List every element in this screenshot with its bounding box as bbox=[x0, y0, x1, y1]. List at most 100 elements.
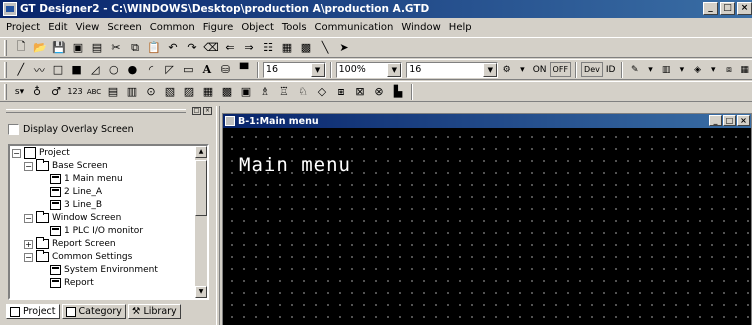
grid-view-icon[interactable]: ▦ bbox=[737, 61, 752, 78]
collapse-icon[interactable]: − bbox=[24, 161, 33, 171]
chevron-down-icon[interactable]: ▼ bbox=[483, 62, 498, 77]
filled-circle-icon[interactable]: ● bbox=[124, 61, 142, 78]
line-icon[interactable]: ╱ bbox=[12, 61, 30, 78]
data-list-icon[interactable]: ▤ bbox=[104, 83, 122, 100]
line-color-icon[interactable]: ✎ bbox=[627, 61, 642, 78]
overlay-icon[interactable]: ⧈ bbox=[722, 61, 737, 78]
toolbar-grip[interactable] bbox=[4, 61, 7, 78]
panel-splitter[interactable] bbox=[216, 106, 220, 325]
parts-move-icon[interactable]: ▨ bbox=[180, 83, 198, 100]
tab-category[interactable]: Category bbox=[61, 304, 126, 319]
on-label[interactable]: ON bbox=[531, 65, 549, 75]
undo-icon[interactable]: ↶ bbox=[164, 39, 182, 56]
menu-edit[interactable]: Edit bbox=[44, 22, 71, 33]
editor-maximize-button[interactable]: □ bbox=[723, 115, 736, 126]
tree-node-line-b[interactable]: 3 Line_B bbox=[50, 199, 102, 211]
select-pointer-icon[interactable]: ➤ bbox=[335, 39, 353, 56]
library-icon[interactable]: ▩ bbox=[297, 39, 315, 56]
editor-title-bar[interactable]: B-1:Main menu _ □ × bbox=[223, 114, 751, 128]
alarm-list-icon[interactable]: ♖ bbox=[275, 83, 293, 100]
tree-node-window-screen[interactable]: − Window Screen bbox=[24, 211, 121, 224]
paint-icon[interactable]: ⛁ bbox=[217, 61, 235, 78]
panel-close-icon[interactable]: × bbox=[203, 107, 212, 115]
toolbar-grip[interactable] bbox=[4, 39, 7, 56]
tree-node-line-a[interactable]: 2 Line_A bbox=[50, 186, 102, 198]
trend-graph-icon[interactable]: ▣ bbox=[237, 83, 255, 100]
fill-color-icon[interactable]: ◈ bbox=[690, 61, 705, 78]
ascii-display-icon[interactable]: ABC bbox=[85, 83, 103, 100]
dropdown-arrow-icon[interactable]: ▾ bbox=[675, 61, 690, 78]
polyline-icon[interactable]: 〰 bbox=[31, 61, 49, 78]
display-mode-icon[interactable]: ⚙ bbox=[499, 61, 514, 78]
line-tool-icon[interactable]: ╲ bbox=[316, 39, 334, 56]
tab-project[interactable]: Project bbox=[6, 304, 60, 319]
scroll-thumb[interactable] bbox=[195, 160, 207, 216]
chevron-down-icon[interactable]: ▼ bbox=[310, 62, 325, 77]
lamp-bit-icon[interactable]: ♂ bbox=[47, 83, 65, 100]
panel-grip[interactable] bbox=[6, 109, 186, 113]
tree-node-plc-io-monitor[interactable]: 1 PLC I/O monitor bbox=[50, 225, 143, 237]
tree-node-project[interactable]: − Project bbox=[12, 147, 70, 159]
screen-list-icon[interactable]: ☷ bbox=[259, 39, 277, 56]
previous-screen-icon[interactable]: ⇐ bbox=[221, 39, 239, 56]
clock-icon[interactable]: ⊙ bbox=[142, 83, 160, 100]
expand-icon[interactable]: + bbox=[24, 239, 33, 249]
scale-icon[interactable]: ▭ bbox=[179, 61, 197, 78]
lamp-object-icon[interactable]: ♁ bbox=[28, 83, 46, 100]
chevron-down-icon[interactable]: ▼ bbox=[387, 62, 402, 77]
menu-screen[interactable]: Screen bbox=[103, 22, 145, 33]
off-button[interactable]: OFF bbox=[549, 62, 572, 77]
parts-display-icon[interactable]: ▧ bbox=[161, 83, 179, 100]
zoom-combo[interactable]: 100% ▼ bbox=[335, 61, 403, 78]
menu-object[interactable]: Object bbox=[237, 22, 278, 33]
collapse-icon[interactable]: − bbox=[12, 148, 21, 158]
tree-node-base-screen[interactable]: − Base Screen bbox=[24, 159, 108, 172]
menu-view[interactable]: View bbox=[72, 22, 104, 33]
properties-icon[interactable]: ▦ bbox=[278, 39, 296, 56]
cut-icon[interactable]: ✂ bbox=[107, 39, 125, 56]
statistics-icon[interactable]: ▙ bbox=[389, 83, 407, 100]
menu-help[interactable]: Help bbox=[445, 22, 476, 33]
close-button[interactable]: × bbox=[737, 2, 752, 15]
menu-communication[interactable]: Communication bbox=[311, 22, 398, 33]
user-alarm-icon[interactable]: ♘ bbox=[294, 83, 312, 100]
collapse-icon[interactable]: − bbox=[24, 252, 33, 262]
sector-icon[interactable]: ◸ bbox=[161, 61, 179, 78]
save-all-icon[interactable]: ▣ bbox=[69, 39, 87, 56]
menu-figure[interactable]: Figure bbox=[199, 22, 238, 33]
tree-node-report[interactable]: Report bbox=[50, 277, 94, 289]
editor-minimize-button[interactable]: _ bbox=[709, 115, 722, 126]
font-size-combo[interactable]: 16 ▼ bbox=[262, 61, 326, 78]
bar-graph-icon[interactable]: ▩ bbox=[218, 83, 236, 100]
tree-node-report-screen[interactable]: + Report Screen bbox=[24, 237, 116, 250]
editor-close-button[interactable]: × bbox=[737, 115, 750, 126]
comment-icon[interactable]: ▥ bbox=[123, 83, 141, 100]
tab-library[interactable]: ⚒ Library bbox=[127, 304, 181, 319]
switch-object-icon[interactable]: s▾ bbox=[12, 83, 27, 100]
copy-icon[interactable]: ⧉ bbox=[126, 39, 144, 56]
tree-node-main-menu[interactable]: 1 Main menu bbox=[50, 173, 123, 185]
tree-node-system-environment[interactable]: System Environment bbox=[50, 264, 158, 276]
pattern-icon[interactable]: ▥ bbox=[659, 61, 674, 78]
menu-common[interactable]: Common bbox=[146, 22, 199, 33]
level-icon[interactable]: ⧆ bbox=[332, 83, 350, 100]
circle-icon[interactable]: ○ bbox=[105, 61, 123, 78]
image-icon[interactable]: ▀ bbox=[235, 61, 253, 78]
new-file-icon[interactable]: 🗋 bbox=[12, 39, 30, 56]
toolbar-grip[interactable] bbox=[4, 83, 7, 100]
tree-scrollbar[interactable]: ▲ ▼ bbox=[195, 146, 207, 298]
dropdown-arrow-icon[interactable]: ▾ bbox=[706, 61, 721, 78]
next-screen-icon[interactable]: ⇒ bbox=[240, 39, 258, 56]
open-folder-icon[interactable]: 📂 bbox=[31, 39, 49, 56]
scroll-down-icon[interactable]: ▼ bbox=[195, 286, 207, 298]
save-icon[interactable]: 💾 bbox=[50, 39, 68, 56]
print-icon[interactable]: ▤ bbox=[88, 39, 106, 56]
dropdown-arrow-icon[interactable]: ▾ bbox=[643, 61, 658, 78]
graph-icon[interactable]: ▦ bbox=[199, 83, 217, 100]
screen-text-object[interactable]: Main menu bbox=[239, 154, 351, 176]
display-overlay-row[interactable]: Display Overlay Screen bbox=[8, 124, 134, 135]
trigger-icon[interactable]: ⊗ bbox=[370, 83, 388, 100]
app-icon[interactable] bbox=[3, 2, 17, 16]
alarm-history-icon[interactable]: ♗ bbox=[256, 83, 274, 100]
maximize-button[interactable]: □ bbox=[720, 2, 735, 15]
